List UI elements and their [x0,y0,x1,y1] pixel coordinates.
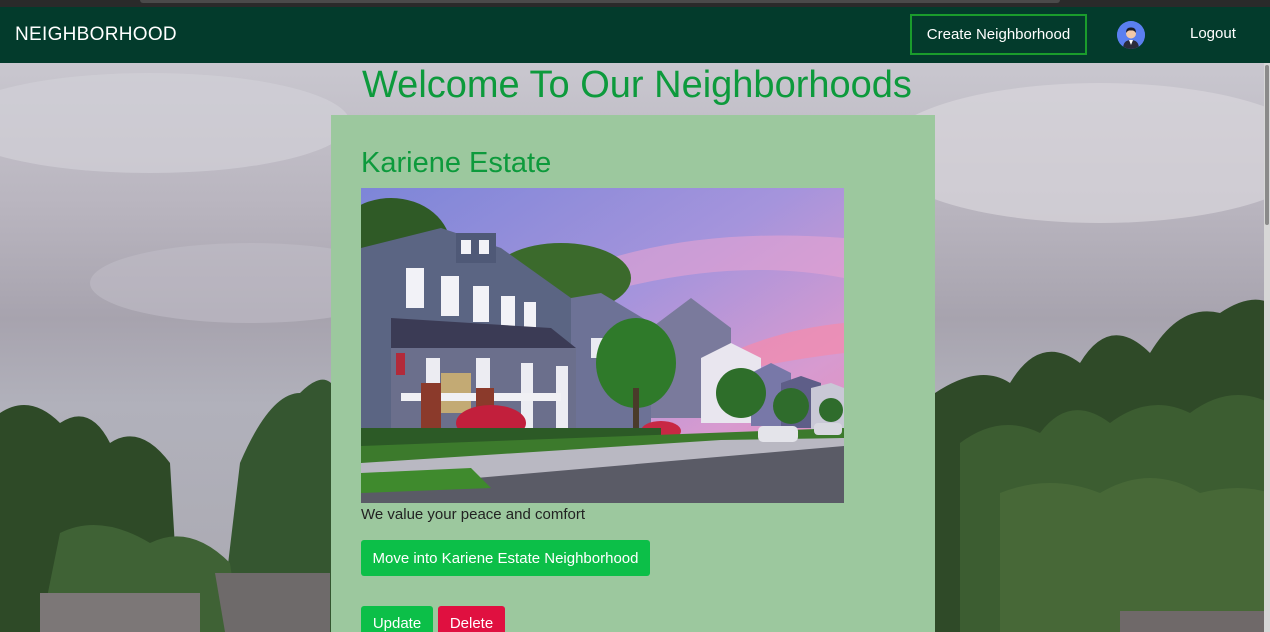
create-neighborhood-button[interactable]: Create Neighborhood [910,14,1087,55]
page-scrollbar[interactable] [1264,63,1270,632]
move-into-button[interactable]: Move into Kariene Estate Neighborhood [361,540,650,576]
logout-link[interactable]: Logout [1190,25,1236,42]
neighborhood-name: Kariene Estate [361,147,552,179]
neighborhood-card: Kariene Estate We value your peace and c… [331,115,935,632]
browser-chrome-strip [0,0,1270,7]
neighborhood-photo [361,188,844,503]
update-button[interactable]: Update [361,606,433,632]
browser-tab-bar [140,0,1060,3]
neighborhood-description: We value your peace and comfort [361,506,586,523]
page-title: Welcome To Our Neighborhoods [362,64,912,106]
avatar-icon [1117,21,1145,49]
user-avatar[interactable] [1117,21,1145,49]
delete-button[interactable]: Delete [438,606,505,632]
brand-logo[interactable]: NEIGHBORHOOD [15,24,177,46]
scrollbar-thumb[interactable] [1265,65,1269,225]
top-navbar: NEIGHBORHOOD Create Neighborhood Logout [0,7,1270,63]
